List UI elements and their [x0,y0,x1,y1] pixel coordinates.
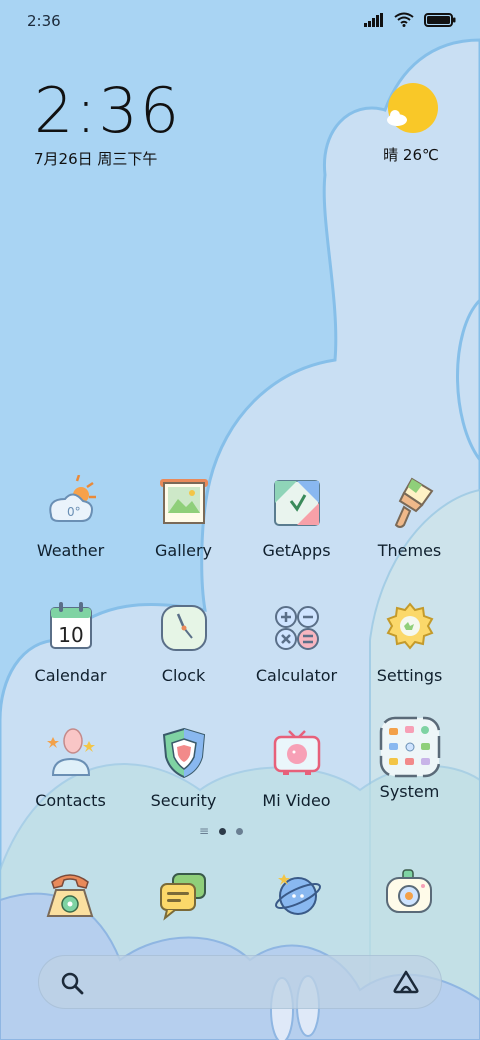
battery-icon [424,12,456,27]
app-label: Settings [376,666,443,685]
signal-icon [364,12,383,27]
camera-icon[interactable] [381,866,437,922]
app-label: Clock [161,666,206,685]
app-gallery[interactable]: Gallery [127,475,240,560]
weather-icon: 0° [48,475,96,522]
sunny-cloud-icon [387,83,438,133]
app-contacts[interactable]: Contacts [14,725,127,810]
app-label: Gallery [155,541,212,560]
app-themes[interactable]: Themes [353,475,466,560]
svg-text:0°: 0° [67,505,81,519]
app-label: Themes [377,541,442,560]
search-bar[interactable] [38,955,442,1009]
app-label: GetApps [262,541,331,560]
app-label: Calculator [255,666,338,685]
app-label: Mi Video [262,791,331,810]
status-icons [364,12,456,27]
system-folder-icon [379,716,440,778]
calculator-icon [274,606,319,650]
clock-widget[interactable]: 2:36 7月26日 周三下午 [34,76,181,169]
wifi-icon [394,12,414,27]
security-icon [162,727,205,779]
themes-icon [394,477,433,528]
app-calendar[interactable]: 10 Calendar [14,600,127,685]
calendar-icon: 10 [49,602,92,649]
browser-icon[interactable] [268,866,324,922]
page-dot [236,828,244,835]
page-dot-active [219,828,227,835]
messages-icon[interactable] [155,866,211,922]
widget-time: 2:36 [34,74,182,147]
gallery-icon [159,479,208,524]
app-getapps[interactable]: GetApps [240,475,353,560]
search-icon[interactable] [60,971,84,995]
widget-date: 7月26日 周三下午 [34,150,158,168]
phone-icon[interactable] [42,866,98,922]
app-weather[interactable]: 0° Weather [14,475,127,560]
app-calculator[interactable]: Calculator [240,600,353,685]
app-settings[interactable]: Settings [353,600,466,685]
app-label: System [379,782,440,801]
getapps-icon [273,480,320,526]
app-label: Contacts [35,791,106,810]
mi-video-icon [273,730,320,775]
page-indicator[interactable]: ≡ [199,824,244,838]
app-label: Security [150,791,217,810]
status-time: 2:36 [27,12,61,30]
settings-icon [386,602,433,650]
calendar-day: 10 [58,623,83,647]
menu-lines-icon: ≡ [199,824,210,838]
status-bar: 2:36 [0,0,480,44]
weather-text: 晴 26℃ [383,146,439,164]
app-system-folder[interactable]: System [353,716,466,801]
app-label: Calendar [34,666,107,685]
app-label: Weather [36,541,105,560]
clock-icon [160,605,207,651]
contacts-icon [46,728,95,776]
app-security[interactable]: Security [127,725,240,810]
assistant-icon[interactable] [392,969,420,995]
app-clock[interactable]: Clock [127,600,240,685]
weather-widget[interactable]: 晴 26℃ [376,82,446,165]
app-mi-video[interactable]: Mi Video [240,725,353,810]
